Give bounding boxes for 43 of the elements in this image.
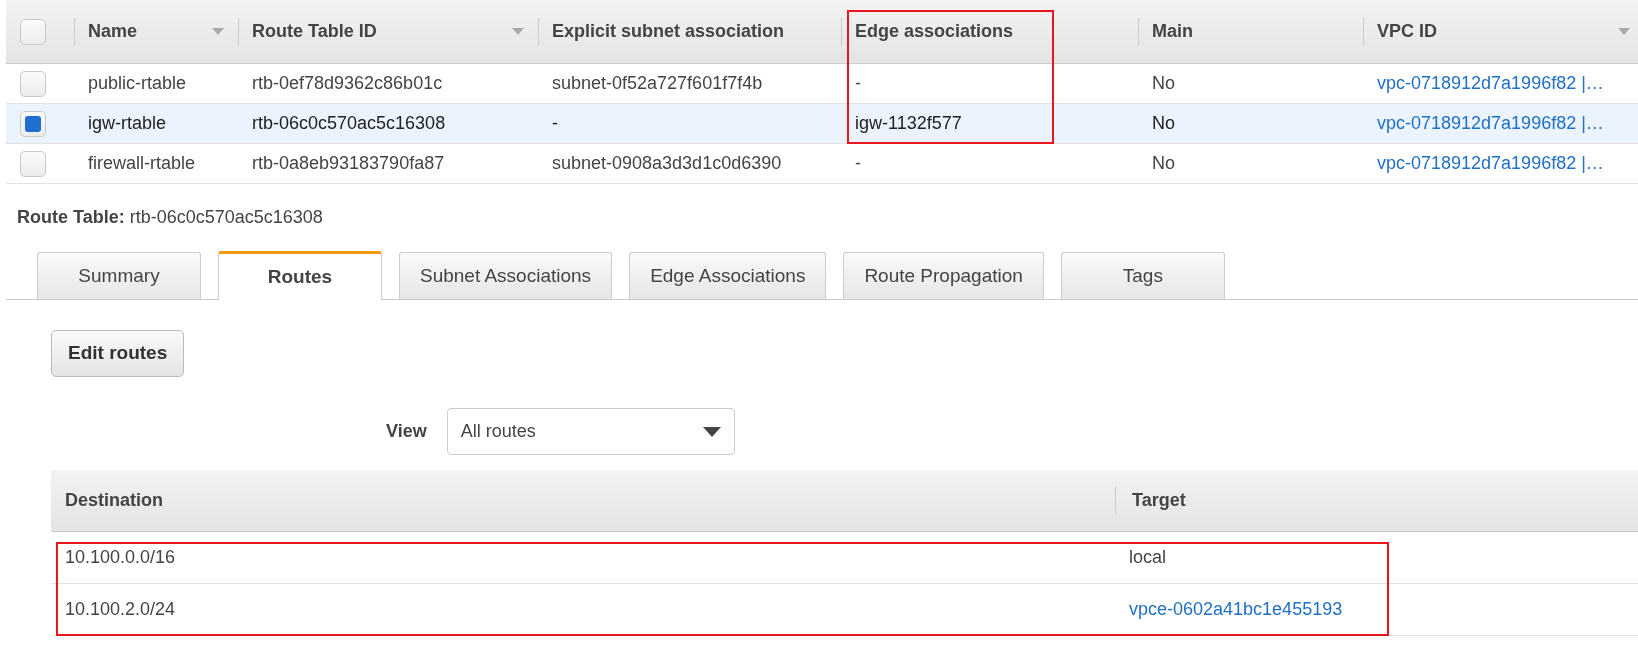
column-header[interactable]: Name <box>74 0 238 64</box>
edit-routes-button[interactable]: Edit routes <box>51 330 185 377</box>
sort-icon[interactable] <box>512 27 524 36</box>
column-header: Target <box>1115 486 1638 515</box>
column-header[interactable]: Edge associations <box>841 0 1138 64</box>
table-cell: - <box>841 144 1138 184</box>
column-header[interactable]: Explicit subnet association <box>538 0 841 64</box>
table-cell: No <box>1138 144 1363 184</box>
tab[interactable]: Route Propagation <box>843 252 1044 299</box>
vpc-link[interactable]: vpc-0718912d7a1996f82 |… <box>1377 70 1604 97</box>
row-checkbox[interactable] <box>20 150 46 177</box>
table-cell: - <box>538 104 841 144</box>
column-header[interactable]: Main <box>1138 0 1363 64</box>
table-cell: igw-1132f577 <box>841 104 1138 144</box>
tab[interactable]: Routes <box>218 251 382 300</box>
tab[interactable]: Summary <box>37 252 201 299</box>
vpc-link[interactable]: vpc-0718912d7a1996f82 |… <box>1377 150 1604 177</box>
table-cell: subnet-0908a3d3d1c0d6390 <box>538 144 841 184</box>
table-cell: igw-rtable <box>74 104 238 144</box>
table-cell: firewall-rtable <box>74 144 238 184</box>
row-checkbox[interactable] <box>20 70 46 97</box>
detail-value: rtb-06c0c570ac5c16308 <box>129 207 323 227</box>
column-header: Destination <box>64 489 164 512</box>
view-select[interactable]: All routes <box>446 408 735 455</box>
table-cell-text: 10.100.2.0/24 <box>64 598 177 621</box>
table-cell-text: local <box>1128 546 1168 569</box>
sort-icon[interactable] <box>212 27 224 36</box>
row-checkbox[interactable] <box>20 110 46 137</box>
table-cell: rtb-0a8eb93183790fa87 <box>238 144 538 184</box>
column-header[interactable]: Route Table ID <box>238 0 538 64</box>
view-label: View <box>386 420 427 443</box>
target-link[interactable]: vpce-0602a41bc1e455193 <box>1115 584 1638 635</box>
table-cell: rtb-06c0c570ac5c16308 <box>238 104 538 144</box>
column-header[interactable]: VPC ID <box>1363 0 1638 64</box>
detail-label: Route Table: <box>17 207 125 227</box>
tab[interactable]: Subnet Associations <box>399 252 613 299</box>
table-cell-text: 10.100.0.0/16 <box>64 546 177 569</box>
tab[interactable]: Edge Associations <box>629 252 827 299</box>
select-all-checkbox[interactable] <box>20 18 46 45</box>
sort-icon[interactable] <box>1618 27 1630 36</box>
table-cell: No <box>1138 104 1363 144</box>
caret-icon <box>702 426 721 437</box>
tab[interactable]: Tags <box>1060 252 1225 299</box>
